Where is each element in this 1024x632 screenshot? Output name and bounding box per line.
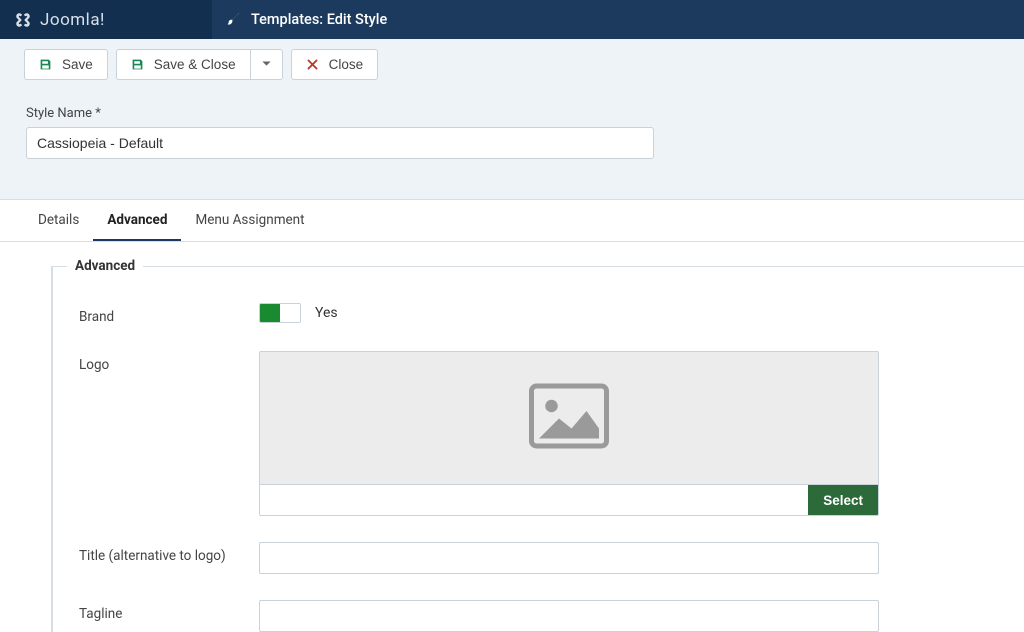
brand-area[interactable]: Joomla!: [0, 0, 212, 39]
top-bar: Joomla! Templates: Edit Style: [0, 0, 1024, 39]
toggle-off-indicator: [280, 304, 300, 322]
save-icon: [39, 58, 52, 71]
joomla-logo-icon: [14, 11, 32, 29]
chevron-down-icon: [261, 57, 272, 72]
toggle-on-indicator: [260, 304, 280, 322]
brush-icon: [226, 12, 241, 27]
row-title: Title (alternative to logo): [79, 542, 1024, 574]
image-placeholder-icon: [529, 383, 609, 453]
tab-details[interactable]: Details: [24, 200, 93, 241]
fieldset-advanced: Advanced Brand Yes Logo: [52, 266, 1024, 632]
style-name-block: Style Name *: [24, 106, 1000, 159]
brand-toggle[interactable]: [259, 303, 301, 323]
page-title: Templates: Edit Style: [251, 11, 387, 28]
title-input[interactable]: [259, 542, 879, 574]
toolbar-region: Save Save & Close Close Style Name *: [0, 39, 1024, 200]
page-body: Advanced Brand Yes Logo: [0, 242, 1024, 632]
logo-select-button[interactable]: Select: [808, 485, 878, 515]
tagline-input[interactable]: [259, 600, 879, 632]
label-logo: Logo: [79, 351, 259, 373]
style-name-input[interactable]: [26, 127, 654, 159]
brand-text: Joomla!: [40, 10, 105, 30]
brand-toggle-state: Yes: [315, 305, 338, 321]
save-close-group: Save & Close: [116, 49, 283, 80]
close-icon: [306, 58, 319, 71]
logo-path-input[interactable]: [260, 485, 808, 515]
row-brand: Brand Yes: [79, 303, 1024, 325]
close-button-label: Close: [329, 57, 364, 72]
label-tagline: Tagline: [79, 600, 259, 622]
tab-advanced[interactable]: Advanced: [93, 200, 181, 241]
left-spacer: [24, 266, 52, 632]
save-icon: [131, 58, 144, 71]
row-tagline: Tagline: [79, 600, 1024, 632]
save-close-button-label: Save & Close: [154, 57, 236, 72]
toolbar-buttons: Save Save & Close Close: [24, 49, 1000, 80]
tabs: Details Advanced Menu Assignment: [0, 200, 1024, 242]
save-close-button[interactable]: Save & Close: [116, 49, 251, 80]
label-title: Title (alternative to logo): [79, 542, 259, 564]
brand-toggle-wrap: Yes: [259, 303, 879, 323]
logo-media-selector: Select: [259, 351, 879, 516]
row-logo: Logo Select: [79, 351, 1024, 516]
logo-preview[interactable]: [260, 352, 878, 484]
label-brand: Brand: [79, 303, 259, 325]
tab-menu-assignment[interactable]: Menu Assignment: [181, 200, 318, 241]
style-name-label: Style Name *: [26, 106, 1000, 121]
close-button[interactable]: Close: [291, 49, 379, 80]
fieldset-legend: Advanced: [67, 258, 143, 274]
save-dropdown-toggle[interactable]: [251, 49, 283, 80]
save-button-label: Save: [62, 57, 93, 72]
logo-input-row: Select: [260, 484, 878, 515]
page-title-area: Templates: Edit Style: [212, 0, 387, 39]
save-button[interactable]: Save: [24, 49, 108, 80]
